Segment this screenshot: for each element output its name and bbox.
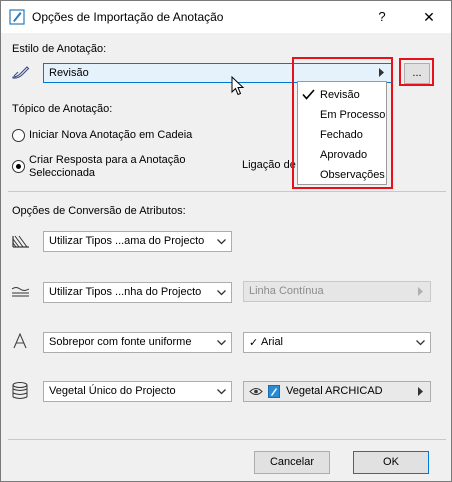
font-secondary-combo[interactable]: ✓ Arial (243, 332, 431, 353)
style-combo-value: Revisão (49, 67, 89, 79)
font-combo-value: Sobrepor com fonte uniforme (49, 336, 192, 348)
chevron-down-icon (217, 340, 226, 346)
fill-type-value: Utilizar Tipos ...ama do Projecto (49, 235, 205, 247)
dropdown-highlight (292, 57, 393, 189)
chevron-down-icon (416, 340, 425, 346)
link-label: Ligação de (242, 159, 296, 171)
app-icon (9, 9, 25, 25)
new-thread-label[interactable]: Iniciar Nova Anotação em Cadeia (29, 129, 192, 141)
style-label: Estilo de Anotação: (12, 43, 107, 55)
import-options-dialog: Opções de Importação de Anotação ? ✕ Est… (0, 0, 452, 482)
reply-label-line1[interactable]: Criar Resposta para a Anotação (29, 154, 186, 166)
line-type-combo[interactable]: Utilizar Tipos ...nha do Projecto (43, 282, 232, 303)
layer-secondary-combo[interactable]: Vegetal ARCHICAD (243, 381, 431, 402)
checkmark-icon: ✓ (249, 337, 259, 349)
help-icon[interactable]: ? (367, 6, 397, 28)
pen-set-combo[interactable]: Vegetal Único do Projecto (43, 381, 232, 402)
layer-secondary-value: Vegetal ARCHICAD (286, 385, 383, 397)
mouse-cursor-icon (231, 76, 245, 96)
reply-radio[interactable] (12, 160, 25, 173)
title-bar: Opções de Importação de Anotação ? ✕ (1, 1, 451, 33)
footer-divider (8, 439, 446, 440)
line-type-secondary-value: Linha Contínua (249, 285, 324, 297)
ok-button[interactable]: OK (353, 451, 429, 474)
conversion-label: Opções de Conversão de Atributos: (12, 205, 186, 217)
chevron-down-icon (217, 239, 226, 245)
pen-icon (12, 66, 30, 79)
fill-pattern-icon (12, 235, 29, 248)
more-button-highlight (399, 58, 434, 86)
line-type-secondary-combo: Linha Contínua (243, 281, 431, 302)
line-type-value: Utilizar Tipos ...nha do Projecto (49, 286, 202, 298)
chevron-right-icon (418, 387, 423, 396)
font-secondary-value: Arial (261, 336, 284, 348)
pen-set-value: Vegetal Único do Projecto (49, 385, 176, 397)
layer-icon (268, 385, 280, 398)
line-type-icon (11, 287, 30, 297)
chevron-down-icon (217, 389, 226, 395)
topic-label: Tópico de Anotação: (12, 103, 113, 115)
font-icon (13, 333, 27, 349)
fill-type-combo[interactable]: Utilizar Tipos ...ama do Projecto (43, 231, 232, 252)
close-icon[interactable]: ✕ (414, 6, 444, 28)
section-divider (8, 191, 446, 192)
reply-label-line2[interactable]: Seleccionada (29, 167, 95, 179)
pen-set-icon (12, 382, 28, 399)
eye-icon (249, 388, 263, 395)
cancel-button[interactable]: Cancelar (254, 451, 330, 474)
chevron-right-icon (418, 287, 423, 296)
window-title: Opções de Importação de Anotação (32, 10, 224, 24)
chevron-down-icon (217, 290, 226, 296)
new-thread-radio[interactable] (12, 129, 25, 142)
font-combo[interactable]: Sobrepor com fonte uniforme (43, 332, 232, 353)
